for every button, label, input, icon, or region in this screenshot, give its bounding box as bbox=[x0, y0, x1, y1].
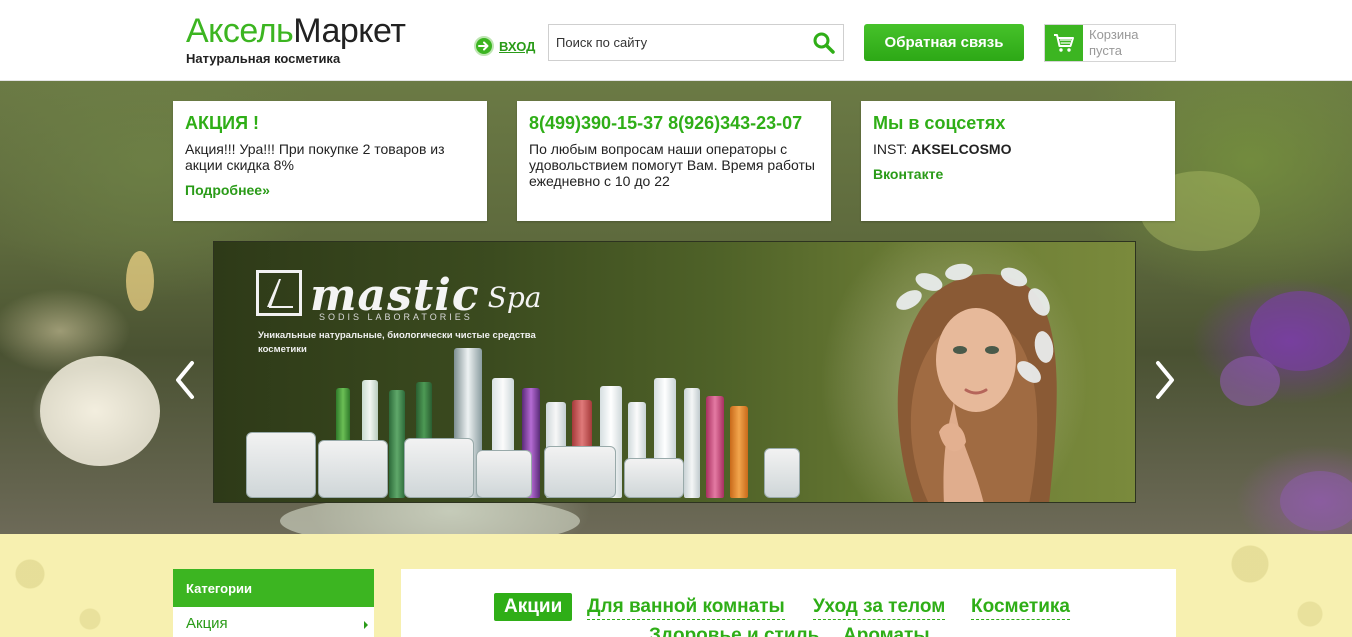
hero-slide[interactable]: mastic Spa SODIS LABORATORIES Уникальные… bbox=[213, 241, 1136, 503]
tab-aromas[interactable]: Ароматы bbox=[843, 624, 930, 637]
tab-bathroom[interactable]: Для ванной комнаты bbox=[587, 595, 785, 620]
logo-text: АксельМаркет bbox=[186, 12, 406, 50]
cart-widget[interactable]: Корзина пуста bbox=[1044, 24, 1176, 62]
cart-icon bbox=[1045, 25, 1083, 61]
instagram-handle[interactable]: AKSELCOSMO bbox=[911, 141, 1011, 157]
social-card: Мы в соцсетях INST: AKSELCOSMO Вконтакте bbox=[861, 101, 1175, 221]
search-box bbox=[548, 24, 844, 61]
banner-brand-name: mastic bbox=[310, 270, 480, 321]
banner-model-image bbox=[896, 263, 1057, 502]
logo-part2: Маркет bbox=[293, 12, 406, 50]
category-tabs: Акции Для ванной комнаты Уход за телом К… bbox=[401, 569, 1176, 637]
chevron-left-icon bbox=[176, 361, 194, 399]
site-logo[interactable]: АксельМаркет Натуральная косметика bbox=[186, 12, 406, 66]
search-input[interactable] bbox=[549, 25, 804, 60]
tab-health-style[interactable]: Здоровье и стиль bbox=[649, 624, 819, 637]
hero-section: АКЦИЯ ! Акция!!! Ура!!! При покупке 2 то… bbox=[0, 81, 1352, 534]
banner-products-image bbox=[244, 342, 814, 498]
contacts-text: По любым вопросам наши операторы с удово… bbox=[529, 141, 815, 189]
content-area: Категории Акция Акции Для ванной комнаты… bbox=[0, 534, 1352, 637]
feedback-button[interactable]: Обратная связь bbox=[864, 24, 1024, 61]
social-title: Мы в соцсетях bbox=[873, 113, 1006, 133]
contacts-phones[interactable]: 8(499)390-15-37 8(926)343-23-07 bbox=[529, 113, 819, 133]
banner-lab-name: SODIS LABORATORIES bbox=[319, 312, 473, 322]
cart-status: Корзина пуста bbox=[1089, 27, 1139, 58]
login-label: ВХОД bbox=[499, 38, 536, 54]
login-arrow-icon bbox=[474, 36, 494, 56]
promo-title: АКЦИЯ ! bbox=[185, 113, 260, 133]
chevron-right-icon bbox=[364, 621, 368, 629]
slider-prev-button[interactable] bbox=[170, 357, 200, 403]
banner-brand-logo: mastic Spa bbox=[256, 270, 542, 321]
site-header: АксельМаркет Натуральная косметика ВХОД … bbox=[0, 0, 1352, 81]
vkontakte-link[interactable]: Вконтакте bbox=[873, 166, 943, 182]
promo-text: Акция!!! Ура!!! При покупке 2 товаров из… bbox=[185, 141, 445, 173]
contacts-card: 8(499)390-15-37 8(926)343-23-07 По любым… bbox=[517, 101, 831, 221]
promo-more-link[interactable]: Подробнее» bbox=[185, 182, 270, 198]
brand-mark-icon bbox=[256, 270, 302, 316]
instagram-prefix: INST: bbox=[873, 141, 908, 157]
tab-promotions[interactable]: Акции bbox=[494, 593, 573, 621]
login-link[interactable]: ВХОД bbox=[474, 36, 535, 56]
chevron-right-icon bbox=[1156, 361, 1174, 399]
search-icon[interactable] bbox=[811, 30, 837, 56]
categories-sidebar: Категории Акция bbox=[173, 569, 374, 637]
sidebar-item-promo[interactable]: Акция bbox=[173, 607, 374, 637]
logo-part1: Аксель bbox=[186, 12, 294, 50]
slider-next-button[interactable] bbox=[1150, 357, 1180, 403]
sidebar-item-label: Акция bbox=[186, 615, 228, 632]
tab-cosmetics[interactable]: Косметика bbox=[971, 595, 1070, 620]
tab-body-care[interactable]: Уход за телом bbox=[813, 595, 946, 620]
promo-card: АКЦИЯ ! Акция!!! Ура!!! При покупке 2 то… bbox=[173, 101, 487, 221]
categories-heading: Категории bbox=[173, 569, 374, 607]
banner-brand-suffix: Spa bbox=[487, 281, 542, 314]
logo-tagline: Натуральная косметика bbox=[186, 51, 341, 66]
instagram-line: INST: AKSELCOSMO bbox=[873, 141, 1163, 157]
